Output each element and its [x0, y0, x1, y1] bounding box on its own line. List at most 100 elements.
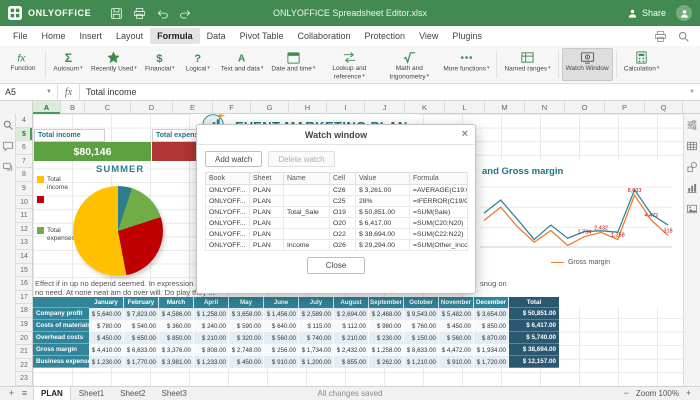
add-sheet-button[interactable]: + [5, 387, 18, 400]
month-header-cell[interactable]: December [474, 297, 509, 308]
value-cell[interactable]: $ 210.00 [334, 332, 369, 344]
insert-function-button[interactable]: fx [58, 84, 80, 100]
value-cell[interactable]: $ 112.00 [334, 320, 369, 332]
value-cell[interactable]: $ 1,770.00 [124, 356, 159, 368]
value-cell[interactable]: $ 808.00 [194, 344, 229, 356]
value-cell[interactable]: $ 1,230.00 [89, 356, 124, 368]
zoom-level[interactable]: Zoom 100% [636, 389, 679, 398]
tab-protection[interactable]: Protection [358, 28, 413, 44]
tab-collaboration[interactable]: Collaboration [290, 28, 357, 44]
month-header-cell[interactable]: July [299, 297, 334, 308]
value-cell[interactable]: $ 210.00 [194, 332, 229, 344]
value-cell[interactable]: $ 640.00 [264, 320, 299, 332]
total-income-label-cell[interactable]: Total income [34, 129, 105, 142]
redo-icon[interactable] [178, 6, 192, 20]
column-header-f[interactable]: F [213, 101, 251, 114]
month-header-cell[interactable]: November [439, 297, 474, 308]
image-settings-icon[interactable] [686, 203, 698, 215]
recently-used-button[interactable]: Recently Used▾ [87, 48, 141, 81]
row-label-cell[interactable]: Overhead costs [33, 332, 89, 344]
row-label-cell[interactable]: Costs of materials [33, 320, 89, 332]
close-button[interactable]: Close [307, 257, 365, 274]
value-cell[interactable]: $ 5,640.00 [89, 308, 124, 320]
value-cell[interactable]: $ 9,543.00 [404, 308, 439, 320]
value-cell[interactable]: $ 1,258.00 [194, 308, 229, 320]
value-cell[interactable]: $ 870.00 [474, 332, 509, 344]
month-header-cell[interactable]: May [229, 297, 264, 308]
row-header-14[interactable]: 14 [16, 250, 32, 264]
chart-settings-icon[interactable] [686, 182, 698, 194]
value-cell[interactable]: $ 910.00 [439, 356, 474, 368]
month-header-cell[interactable]: August [334, 297, 369, 308]
shape-settings-icon[interactable] [686, 161, 698, 173]
name-box[interactable]: A5 ▼ [0, 84, 58, 100]
tab-plugins[interactable]: Plugins [445, 28, 489, 44]
row-header-21[interactable]: 21 [16, 345, 32, 359]
column-header-j[interactable]: J [365, 101, 405, 114]
financial-button[interactable]: $Financial▾ [141, 48, 179, 81]
value-cell[interactable]: $ 5,482.00 [439, 308, 474, 320]
tab-layout[interactable]: Layout [109, 28, 150, 44]
row-header-9[interactable]: 9 [16, 182, 32, 196]
value-cell[interactable]: $ 780.00 [89, 320, 124, 332]
row-header-19[interactable]: 19 [16, 318, 32, 332]
value-cell[interactable]: $ 3,376.00 [159, 344, 194, 356]
total-cell[interactable]: $ 50,851.00 [509, 308, 559, 320]
value-cell[interactable]: $ 2,468.00 [369, 308, 404, 320]
column-header-o[interactable]: O [565, 101, 605, 114]
tab-home[interactable]: Home [35, 28, 73, 44]
row-header-20[interactable]: 20 [16, 332, 32, 346]
row-header-23[interactable]: 23 [16, 372, 32, 386]
column-header-h[interactable]: H [289, 101, 327, 114]
row-header-7[interactable]: 7 [16, 155, 32, 169]
row-header-10[interactable]: 10 [16, 196, 32, 210]
formula-input[interactable]: Total income [80, 84, 684, 100]
value-cell[interactable]: $ 1,233.00 [194, 356, 229, 368]
month-header-cell[interactable]: February [124, 297, 159, 308]
value-cell[interactable]: $ 450.00 [439, 320, 474, 332]
value-cell[interactable]: $ 560.00 [264, 332, 299, 344]
function-button[interactable]: fxFunction [4, 48, 42, 81]
lookup-and-reference-button[interactable]: Lookup and reference▾ [319, 48, 379, 81]
value-cell[interactable]: $ 450.00 [229, 356, 264, 368]
delete-watch-button[interactable]: Delete watch [268, 151, 334, 167]
column-header-q[interactable]: Q [645, 101, 683, 114]
row-header-8[interactable]: 8 [16, 168, 32, 182]
more-functions-button[interactable]: More functions▾ [439, 48, 493, 81]
row-header-6[interactable]: 6 [16, 141, 32, 155]
value-cell[interactable]: $ 760.00 [404, 320, 439, 332]
tab-data[interactable]: Data [200, 28, 233, 44]
tab-file[interactable]: File [6, 28, 35, 44]
month-header-cell[interactable]: March [159, 297, 194, 308]
month-header-cell[interactable]: April [194, 297, 229, 308]
sidebar-search-icon[interactable] [2, 119, 14, 131]
row-header-16[interactable]: 16 [16, 277, 32, 291]
value-cell[interactable]: $ 850.00 [159, 332, 194, 344]
value-cell[interactable]: $ 850.00 [474, 320, 509, 332]
column-header-k[interactable]: K [405, 101, 445, 114]
sheet-grid[interactable]: EVENT MARKETING PLAN Total income Total … [33, 114, 683, 386]
total-cell[interactable]: $ 12,157.00 [509, 356, 559, 368]
add-watch-button[interactable]: Add watch [205, 151, 262, 167]
value-cell[interactable]: $ 980.00 [369, 320, 404, 332]
column-header-c[interactable]: C [85, 101, 131, 114]
row-header-15[interactable]: 15 [16, 264, 32, 278]
total-income-value-cell[interactable]: $80,146 [34, 142, 151, 161]
value-cell[interactable]: $ 4,410.00 [89, 344, 124, 356]
column-header-n[interactable]: N [525, 101, 565, 114]
total-header-cell[interactable]: Total [509, 297, 559, 308]
total-cell[interactable]: $ 38,694.00 [509, 344, 559, 356]
total-cell[interactable]: $ 5,740.00 [509, 332, 559, 344]
undo-icon[interactable] [155, 6, 169, 20]
zoom-in-button[interactable]: + [682, 387, 695, 400]
watch-row[interactable]: ONLYOFF...PLANC26$ 3,261.00=AVERAGE(C19:… [206, 185, 468, 196]
value-cell[interactable]: $ 1,720.00 [474, 356, 509, 368]
dialog-close-icon[interactable]: × [462, 127, 468, 141]
value-cell[interactable]: $ 650.00 [124, 332, 159, 344]
value-cell[interactable]: $ 560.00 [439, 332, 474, 344]
watch-row[interactable]: ONLYOFF...PLANO20$ 6,417.00=SUM(C20:N20) [206, 218, 468, 229]
watch-row[interactable]: ONLYOFF...PLANO22$ 38,694.00=SUM(C22:N22… [206, 229, 468, 240]
value-cell[interactable]: $ 262.00 [369, 356, 404, 368]
logical-button[interactable]: ?Logical▾ [179, 48, 217, 81]
value-cell[interactable]: $ 4,472.00 [439, 344, 474, 356]
